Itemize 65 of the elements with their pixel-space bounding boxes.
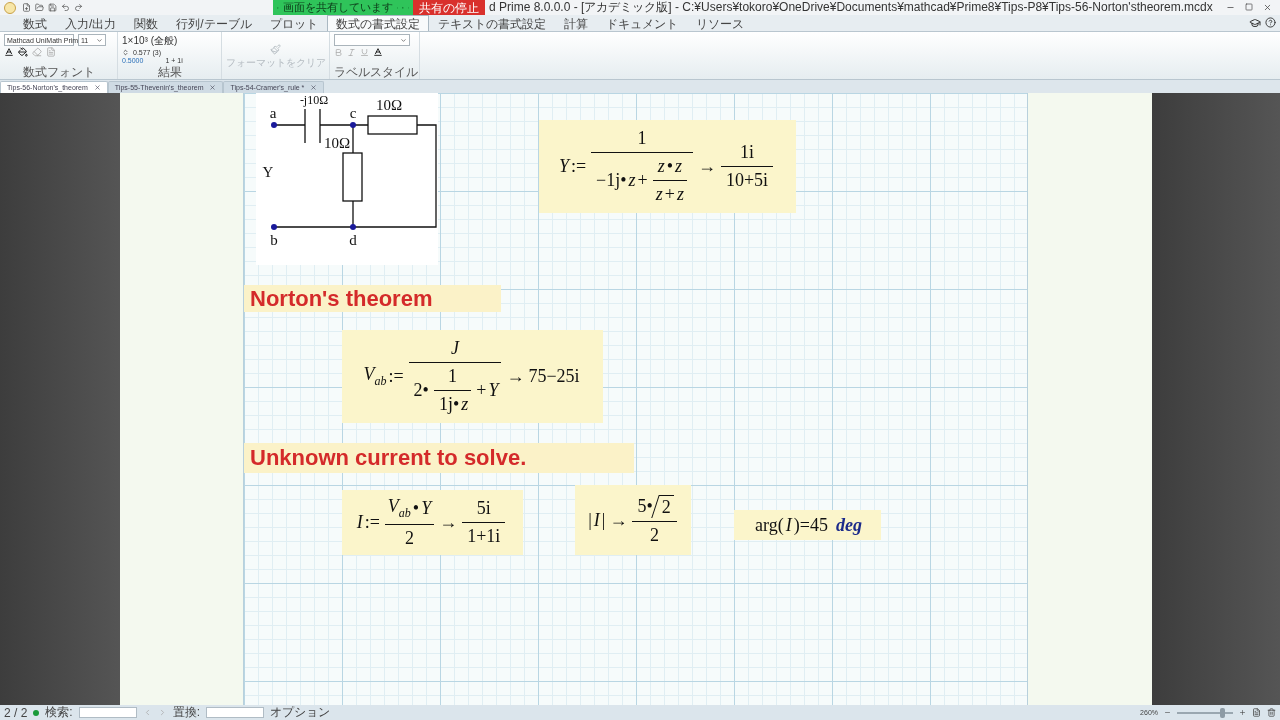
share-status-text: 画面を共有しています bbox=[282, 0, 393, 15]
circuit-label: c bbox=[349, 105, 357, 121]
search-label: 検索: bbox=[45, 704, 73, 720]
text-style-icon[interactable] bbox=[46, 47, 56, 57]
circuit-label: b bbox=[270, 232, 278, 248]
circuit-label: -j10Ω bbox=[299, 93, 329, 107]
options-menu[interactable]: オプション bbox=[270, 704, 331, 720]
ribbon-tab[interactable]: 行列/テーブル bbox=[167, 15, 261, 31]
open-folder-icon[interactable] bbox=[35, 3, 44, 12]
redo-icon[interactable] bbox=[74, 3, 83, 12]
learning-icon[interactable] bbox=[1249, 17, 1261, 29]
zoom-out-icon[interactable] bbox=[1164, 709, 1171, 716]
chevron-down-icon bbox=[96, 36, 103, 44]
ribbon-tab[interactable]: ドキュメント bbox=[596, 15, 687, 31]
ribbon-tab[interactable]: プロット bbox=[260, 15, 327, 31]
group-label: 数式フォント bbox=[21, 66, 96, 79]
circuit-label: 10Ω bbox=[323, 135, 351, 151]
section-heading: Unknown current to solve. bbox=[244, 443, 634, 473]
highlight-color-icon[interactable] bbox=[18, 47, 28, 57]
number-format-dropdown[interactable]: 1×10³ (全般) bbox=[122, 34, 178, 48]
ribbon-tab[interactable]: テキストの書式設定 bbox=[428, 15, 555, 31]
circuit-label: 10Ω bbox=[375, 97, 403, 113]
zoom-in-icon[interactable] bbox=[1239, 709, 1246, 716]
replace-label: 置換: bbox=[172, 704, 201, 720]
save-icon[interactable] bbox=[48, 3, 57, 12]
ribbon-tab[interactable]: リソース bbox=[686, 15, 753, 31]
help-icon[interactable] bbox=[1265, 17, 1276, 28]
maximize-icon[interactable] bbox=[1245, 3, 1253, 11]
ribbon-tab[interactable]: 関数 bbox=[125, 15, 168, 31]
clear-style-icon[interactable] bbox=[32, 47, 42, 57]
paintbrush-icon bbox=[270, 43, 281, 55]
undo-icon[interactable] bbox=[61, 3, 70, 12]
math-region: |I| → 5• 2 2 bbox=[575, 485, 691, 555]
page-view-icon[interactable] bbox=[1252, 708, 1261, 717]
circuit-label: Y bbox=[262, 164, 274, 180]
italic-icon[interactable] bbox=[347, 47, 356, 57]
ribbon-tab[interactable]: 数式 bbox=[14, 15, 56, 31]
replace-field[interactable] bbox=[206, 707, 265, 718]
close-tab-icon[interactable] bbox=[310, 84, 318, 91]
bold-icon[interactable] bbox=[334, 47, 343, 57]
page-count: 2 / 2 bbox=[4, 705, 28, 720]
label-color-icon[interactable] bbox=[373, 47, 383, 57]
circuit-label: a bbox=[269, 105, 277, 121]
close-tab-icon[interactable] bbox=[93, 84, 101, 91]
math-region: arg(I)=45 deg bbox=[734, 510, 881, 540]
trash-icon[interactable] bbox=[1267, 708, 1276, 717]
ribbon-tab[interactable]: 数式の書式設定 bbox=[326, 15, 429, 31]
spinner-icon[interactable] bbox=[122, 49, 129, 56]
group-label: 結果 bbox=[156, 66, 183, 79]
window-title: d Prime 8.0.0.0 - [アカデミック版] - C:¥Users¥tokoro¥OneDrive¥Documents¥mathcad¥Prime8¥Tips-P8¥Tips-56-Norton'stheorem.mcdx bbox=[489, 0, 1213, 16]
chevron-down-icon bbox=[400, 36, 407, 44]
ribbon-tab[interactable]: 計算 bbox=[554, 15, 597, 31]
font-color-icon[interactable] bbox=[4, 47, 14, 57]
underline-icon[interactable] bbox=[360, 47, 369, 57]
close-tab-icon[interactable] bbox=[209, 84, 217, 91]
close-icon[interactable] bbox=[1263, 3, 1272, 12]
ribbon-tab[interactable]: 入力/出力 bbox=[56, 15, 126, 31]
status-dot-icon bbox=[33, 709, 40, 716]
zoom-slider-thumb[interactable] bbox=[1219, 707, 1225, 718]
stop-sharing-button[interactable]: 共有の停止 bbox=[413, 0, 485, 15]
search-field[interactable] bbox=[78, 707, 137, 718]
circuit-label: d bbox=[349, 232, 357, 248]
section-heading: Norton's theorem bbox=[244, 285, 501, 312]
new-file-icon[interactable] bbox=[22, 3, 31, 12]
app-logo-button[interactable] bbox=[4, 1, 16, 14]
